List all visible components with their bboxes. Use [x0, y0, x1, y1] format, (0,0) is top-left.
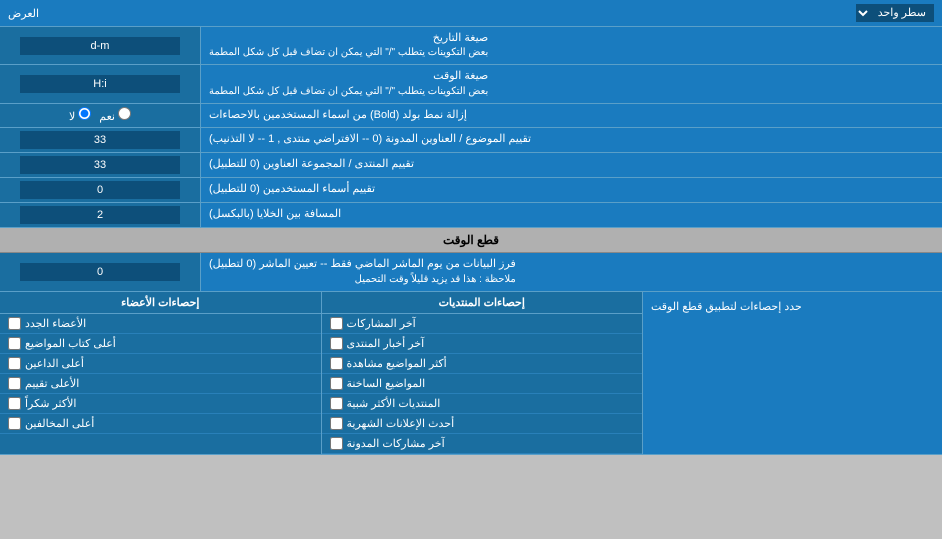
new-members-label: الأعضاء الجدد [25, 317, 86, 330]
cutoff-input-container [0, 253, 200, 290]
last-posts-checkbox[interactable] [330, 317, 343, 330]
date-format-hint: بعض التكوينات يتطلب "/" التي يمكن ان تضا… [209, 46, 488, 60]
cutoff-label: فرز البيانات من يوم الماشر الماضي فقط --… [200, 253, 942, 290]
col-header-members: إحصاءات الأعضاء [0, 292, 321, 313]
last-participations-checkbox[interactable] [330, 437, 343, 450]
list-item: أعلى الداعين [0, 354, 321, 374]
spacing-input-container [0, 203, 200, 227]
title-align-row: تقييم الموضوع / العناوين المدونة (0 -- ا… [0, 128, 942, 153]
date-format-row: صيغة التاريخ بعض التكوينات يتطلب "/" الت… [0, 27, 942, 65]
date-format-input-container [0, 27, 200, 64]
title-align-input-container [0, 128, 200, 152]
hot-topics-label: المواضيع الساخنة [347, 377, 426, 390]
spacing-input[interactable] [20, 206, 180, 224]
list-item: آخر أخبار المنتدى [322, 334, 643, 354]
similar-forums-checkbox[interactable] [330, 397, 343, 410]
most-thankful-checkbox[interactable] [8, 397, 21, 410]
forum-align-input[interactable] [20, 156, 180, 174]
cutoff-note: ملاحظة : هذا قد يزيد قليلاً وقت التحميل [209, 273, 516, 287]
bold-yes-radio[interactable] [118, 107, 131, 120]
checkboxes-headers: إحصاءات المنتديات إحصاءات الأعضاء [0, 292, 642, 314]
top-posters-checkbox[interactable] [8, 337, 21, 350]
top-posters-label: أعلى كتاب المواضيع [25, 337, 116, 350]
list-item: الأعلى تقييم [0, 374, 321, 394]
last-participations-label: آخر مشاركات المدونة [347, 437, 445, 450]
time-format-input-container [0, 65, 200, 102]
bold-remove-label: إزالة نمط بولد (Bold) من اسماء المستخدمي… [200, 104, 942, 127]
forum-news-label: آخر أخبار المنتدى [347, 337, 425, 350]
forum-align-row: تقييم المنتدى / المجموعة العناوين (0 للت… [0, 153, 942, 178]
forum-align-label: تقييم المنتدى / المجموعة العناوين (0 للت… [200, 153, 942, 177]
time-format-title: صيغة الوقت [209, 69, 488, 84]
list-item: أكثر المواضيع مشاهدة [322, 354, 643, 374]
usernames-align-row: تقييم أسماء المستخدمين (0 للتطبيل) [0, 178, 942, 203]
list-item: أحدث الإعلانات الشهرية [322, 414, 643, 434]
top-moderators-label: أعلى المخالفين [25, 417, 94, 430]
list-item: المنتديات الأكثر شبية [322, 394, 643, 414]
bold-yes-label: نعم [99, 107, 131, 123]
bold-remove-input-container: نعم لا [0, 104, 200, 127]
forums-column: آخر المشاركات آخر أخبار المنتدى أكثر الم… [321, 314, 643, 454]
list-item: آخر مشاركات المدونة [322, 434, 643, 454]
list-item: آخر المشاركات [322, 314, 643, 334]
time-format-hint: بعض التكوينات يتطلب "/" التي يمكن ان تضا… [209, 85, 488, 99]
list-item: الأعضاء الجدد [0, 314, 321, 334]
most-viewed-label: أكثر المواضيع مشاهدة [347, 357, 447, 370]
date-format-title: صيغة التاريخ [209, 31, 488, 46]
limit-label-cell: حدد إحصاءات لتطبيق قطع الوقت [642, 292, 942, 454]
cutoff-input[interactable] [20, 263, 180, 281]
date-format-input[interactable] [20, 37, 180, 55]
bold-no-radio[interactable] [78, 107, 91, 120]
time-format-input[interactable] [20, 75, 180, 93]
top-row: سطر واحد سطران ثلاثة أسطر العرض [0, 0, 942, 27]
members-column: الأعضاء الجدد أعلى كتاب المواضيع أعلى ال… [0, 314, 321, 454]
time-format-label: صيغة الوقت بعض التكوينات يتطلب "/" التي … [200, 65, 942, 102]
monthly-ads-label: أحدث الإعلانات الشهرية [347, 417, 455, 430]
forum-align-input-container [0, 153, 200, 177]
date-format-label: صيغة التاريخ بعض التكوينات يتطلب "/" الت… [200, 27, 942, 64]
title-align-label: تقييم الموضوع / العناوين المدونة (0 -- ا… [200, 128, 942, 152]
last-posts-label: آخر المشاركات [347, 317, 416, 330]
top-rated-checkbox[interactable] [8, 377, 21, 390]
new-members-checkbox[interactable] [8, 317, 21, 330]
time-format-row: صيغة الوقت بعض التكوينات يتطلب "/" التي … [0, 65, 942, 103]
cutoff-title: فرز البيانات من يوم الماشر الماضي فقط --… [209, 257, 516, 272]
most-viewed-checkbox[interactable] [330, 357, 343, 370]
usernames-align-input-container [0, 178, 200, 202]
bold-radio-group: نعم لا [69, 107, 131, 123]
spacing-label: المسافة بين الخلايا (بالبكسل) [200, 203, 942, 227]
bold-no-label: لا [69, 107, 91, 123]
spacing-row: المسافة بين الخلايا (بالبكسل) [0, 203, 942, 228]
forum-news-checkbox[interactable] [330, 337, 343, 350]
list-item: أعلى المخالفين [0, 414, 321, 434]
top-moderators-checkbox[interactable] [8, 417, 21, 430]
limit-label: حدد إحصاءات لتطبيق قطع الوقت [651, 300, 802, 313]
most-thankful-label: الأكثر شكراً [25, 397, 76, 410]
checkboxes-section: حدد إحصاءات لتطبيق قطع الوقت إحصاءات الم… [0, 292, 942, 455]
list-item: الأكثر شكراً [0, 394, 321, 414]
similar-forums-label: المنتديات الأكثر شبية [347, 397, 441, 410]
cutoff-row: فرز البيانات من يوم الماشر الماضي فقط --… [0, 253, 942, 291]
display-select[interactable]: سطر واحد سطران ثلاثة أسطر [856, 4, 934, 22]
top-label: سطر واحد سطران ثلاثة أسطر [856, 4, 934, 22]
top-rated-label: الأعلى تقييم [25, 377, 79, 390]
top-callers-label: أعلى الداعين [25, 357, 84, 370]
main-container: سطر واحد سطران ثلاثة أسطر العرض صيغة الت… [0, 0, 942, 455]
display-label: العرض [8, 7, 39, 20]
cutoff-section-header: قطع الوقت [0, 228, 942, 253]
list-item: المواضيع الساخنة [322, 374, 643, 394]
usernames-align-input[interactable] [20, 181, 180, 199]
usernames-align-label: تقييم أسماء المستخدمين (0 للتطبيل) [200, 178, 942, 202]
title-align-input[interactable] [20, 131, 180, 149]
bold-remove-row: إزالة نمط بولد (Bold) من اسماء المستخدمي… [0, 104, 942, 128]
list-item: أعلى كتاب المواضيع [0, 334, 321, 354]
hot-topics-checkbox[interactable] [330, 377, 343, 390]
top-callers-checkbox[interactable] [8, 357, 21, 370]
checkboxes-items: آخر المشاركات آخر أخبار المنتدى أكثر الم… [0, 314, 642, 454]
monthly-ads-checkbox[interactable] [330, 417, 343, 430]
checkboxes-columns-container: إحصاءات المنتديات إحصاءات الأعضاء آخر ال… [0, 292, 642, 454]
col-header-forums: إحصاءات المنتديات [321, 292, 643, 313]
